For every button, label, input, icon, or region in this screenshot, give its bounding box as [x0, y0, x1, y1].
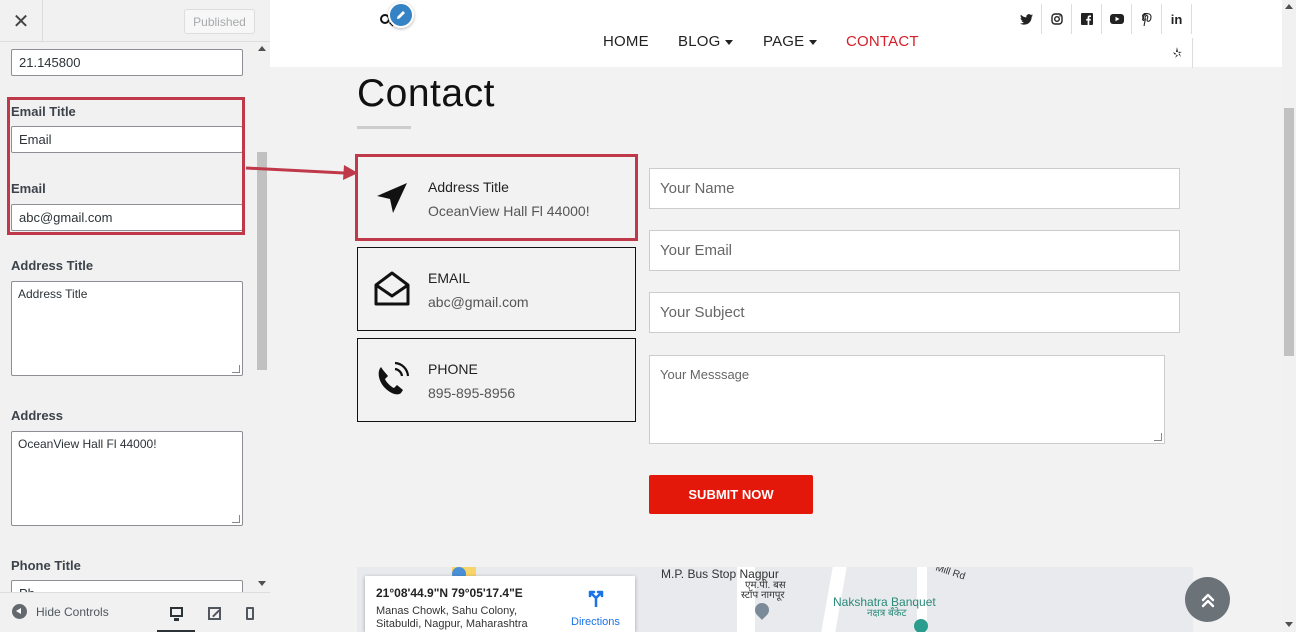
directions-link[interactable]: Directions [571, 616, 620, 628]
yelp-icon [1173, 47, 1182, 58]
annotation-arrow-icon [245, 165, 358, 180]
preview-scroll-thumb[interactable] [1284, 108, 1294, 356]
your-name-input[interactable]: Your Name [649, 168, 1180, 209]
social-links: in [1012, 4, 1192, 34]
title-underline [357, 126, 411, 129]
hide-controls-button[interactable]: Hide Controls [12, 604, 109, 619]
instagram-icon [1050, 13, 1063, 25]
map-pin-icon[interactable] [752, 600, 772, 620]
site-header: HOME BLOG PAGE CONTACT in [270, 0, 1282, 68]
close-icon: ✕ [12, 9, 30, 33]
tablet-icon [207, 606, 221, 620]
nav-page[interactable]: PAGE [763, 33, 818, 50]
customizer-sidebar: ✕ Published 21.145800 Email Title Email … [0, 0, 270, 632]
google-map[interactable]: M.P. Bus Stop Nagpur एम.पी. बस स्टॉप नाग… [357, 567, 1193, 632]
customizer-footer: Hide Controls [0, 592, 270, 632]
map-label-banquet-local: नक्षत्र बँकेट [867, 608, 907, 619]
phone-ringing-icon [378, 361, 410, 395]
hide-controls-label: Hide Controls [36, 604, 109, 619]
directions-icon[interactable] [587, 589, 605, 607]
map-address-line: Manas Chowk, Sahu Colony, [376, 605, 518, 617]
email-card: EMAIL abc@gmail.com [357, 247, 636, 331]
nav-home[interactable]: HOME [603, 33, 649, 50]
previous-field-input[interactable]: 21.145800 [11, 49, 243, 76]
youtube-icon [1109, 14, 1124, 24]
address-title-textarea-value: Address Title [18, 287, 88, 301]
submit-now-button[interactable]: SUBMIT NOW [649, 475, 813, 514]
phone-card-title: PHONE [428, 361, 478, 377]
sidebar-scroll-down-icon[interactable] [258, 581, 266, 586]
map-label-mill-rd: Mill Rd [934, 567, 967, 583]
your-message-textarea[interactable]: Your Messsage [649, 355, 1165, 444]
address-title-label: Address Title [11, 258, 94, 273]
double-chevron-up-icon [1201, 593, 1214, 607]
twitter-icon [1020, 13, 1033, 25]
linkedin-icon: in [1170, 11, 1183, 27]
message-placeholder: Your Messsage [660, 367, 750, 382]
facebook-link[interactable] [1072, 4, 1102, 34]
edit-shortcut-button[interactable] [388, 2, 414, 28]
preview-tablet-button[interactable] [195, 593, 233, 632]
resize-handle[interactable] [232, 515, 240, 523]
preview-scroll-up-icon[interactable] [1285, 4, 1293, 9]
youtube-link[interactable] [1102, 4, 1132, 34]
preview-scroll-down-icon[interactable] [1285, 622, 1293, 627]
twitter-link[interactable] [1012, 4, 1042, 34]
map-label-bus-stop-local: स्टॉप नागपूर [741, 590, 785, 601]
map-coordinates: 21°08'44.9"N 79°05'17.4"E [376, 586, 523, 600]
resize-handle[interactable] [1154, 433, 1162, 441]
site-preview: HOME BLOG PAGE CONTACT in Contact Addres… [270, 0, 1282, 632]
page-title: Contact [357, 72, 495, 115]
map-info-card: 21°08'44.9"N 79°05'17.4"E Manas Chowk, S… [365, 576, 635, 632]
nav-label: PAGE [763, 33, 805, 50]
address-card-highlight [355, 154, 638, 241]
nav-contact[interactable]: CONTACT [846, 33, 919, 50]
email-fields-highlight [7, 97, 245, 235]
pencil-icon [397, 11, 405, 19]
nav-blog[interactable]: BLOG [678, 33, 734, 50]
sidebar-scroll-up-icon[interactable] [258, 46, 266, 51]
your-subject-input[interactable]: Your Subject [649, 292, 1180, 333]
email-card-value: abc@gmail.com [428, 294, 529, 310]
collapse-arrow-icon [12, 604, 27, 619]
nav-label: HOME [603, 33, 649, 50]
nav-label: CONTACT [846, 33, 919, 50]
caret-down-icon [725, 39, 734, 45]
your-email-input[interactable]: Your Email [649, 230, 1180, 271]
map-address-line: Sitabuldi, Nagpur, Maharashtra [376, 618, 528, 630]
phone-title-input[interactable]: Ph [11, 580, 243, 592]
phone-title-label: Phone Title [11, 558, 81, 573]
envelope-open-icon [374, 271, 410, 306]
caret-down-icon [809, 39, 818, 45]
address-label: Address [11, 408, 64, 423]
address-textarea-value: OceanView Hall Fl 44000! [18, 437, 157, 451]
phone-card-value: 895-895-8956 [428, 385, 516, 401]
preview-mobile-button[interactable] [231, 593, 269, 632]
yelp-link[interactable] [1163, 38, 1193, 68]
nav-label: BLOG [678, 33, 721, 50]
map-pin-icon[interactable] [911, 616, 931, 632]
back-to-top-button[interactable] [1185, 577, 1230, 622]
facebook-icon [1080, 13, 1093, 25]
desktop-icon [169, 606, 183, 621]
customizer-header: ✕ Published [0, 0, 270, 42]
close-customizer-button[interactable]: ✕ [0, 0, 43, 42]
sidebar-scroll-thumb[interactable] [257, 152, 267, 370]
address-textarea[interactable]: OceanView Hall Fl 44000! [11, 431, 243, 526]
publish-button[interactable]: Published [184, 9, 255, 34]
mobile-icon [246, 606, 254, 620]
preview-desktop-button[interactable] [157, 593, 195, 632]
linkedin-link[interactable]: in [1162, 4, 1192, 34]
phone-card: PHONE 895-895-8956 [357, 338, 636, 422]
instagram-link[interactable] [1042, 4, 1072, 34]
email-card-title: EMAIL [428, 270, 471, 286]
pinterest-icon [1141, 12, 1152, 26]
map-address: Manas Chowk, Sahu Colony, Sitabuldi, Nag… [376, 605, 556, 631]
pinterest-link[interactable] [1132, 4, 1162, 34]
address-title-textarea[interactable]: Address Title [11, 281, 243, 376]
resize-handle[interactable] [232, 365, 240, 373]
